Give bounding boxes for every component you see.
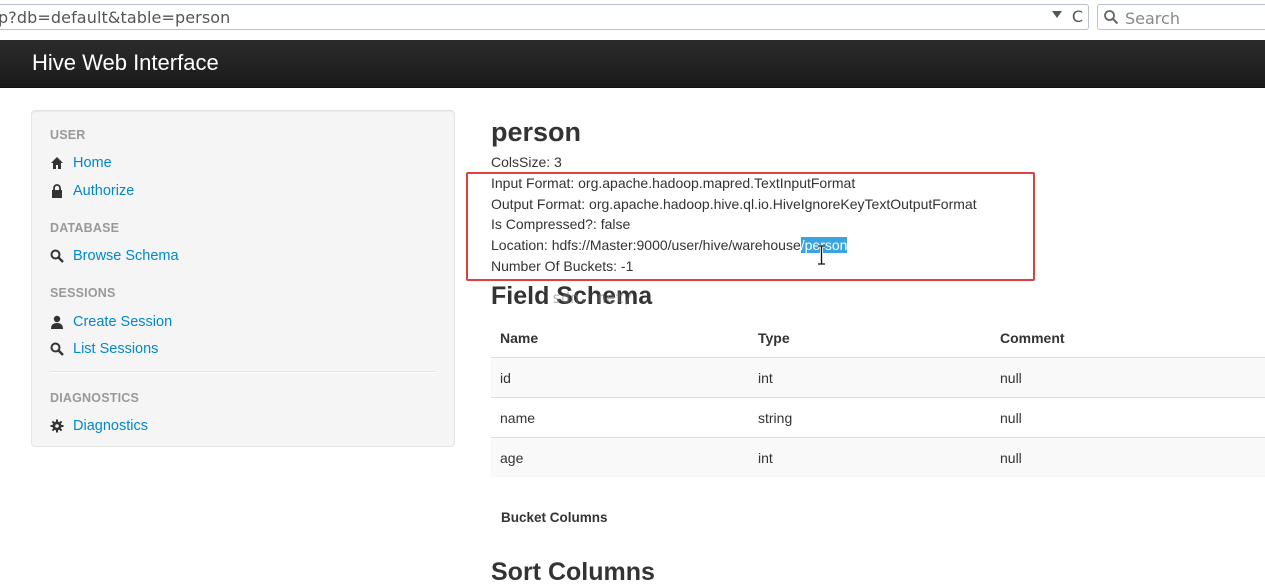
table-row: age int null <box>491 437 1265 477</box>
user-icon <box>50 315 64 329</box>
search-icon <box>1103 9 1119 30</box>
column-header: Comment <box>991 318 1265 358</box>
search-placeholder: Search <box>1125 9 1180 28</box>
browser-toolbar: p?db=default&table=person C Search <box>0 0 1265 34</box>
sidebar-nav: USER Home Authorize DATABASE Browse Sche… <box>31 110 455 447</box>
sidebar-item-label[interactable]: List Sessions <box>73 341 158 357</box>
nav-header-database: DATABASE <box>50 221 120 235</box>
sidebar-item-label[interactable]: Create Session <box>73 314 172 330</box>
sidebar-item-label[interactable]: Home <box>73 155 112 171</box>
sidebar-item-home[interactable]: Home <box>50 153 112 173</box>
address-bar-text[interactable]: p?db=default&table=person <box>0 8 230 27</box>
search-icon <box>50 249 64 263</box>
table-cell: int <box>749 437 991 477</box>
brand-title[interactable]: Hive Web Interface <box>32 50 219 76</box>
column-header: Type <box>749 318 991 358</box>
field-schema-table: Name Type Comment id int null name strin… <box>491 318 1265 477</box>
page-title: person <box>491 117 582 147</box>
top-navbar: Hive Web Interface <box>0 40 1265 88</box>
sidebar-item-diagnostics[interactable]: Diagnostics <box>50 416 148 436</box>
table-cell: name <box>491 397 749 438</box>
sidebar-item-browse-schema[interactable]: Browse Schema <box>50 246 179 266</box>
column-header: Name <box>491 318 749 358</box>
home-icon <box>50 156 64 170</box>
table-row: name string null <box>491 397 1265 438</box>
text-cursor-icon <box>818 245 825 265</box>
table-cell: null <box>991 357 1265 398</box>
sort-columns-title: Sort Columns <box>491 558 655 586</box>
table-cell: id <box>491 357 749 398</box>
gear-icon <box>50 419 64 433</box>
table-cell: null <box>991 397 1265 438</box>
bucket-columns-label: Bucket Columns <box>501 510 608 525</box>
sidebar-item-create-session[interactable]: Create Session <box>50 312 172 332</box>
lock-icon <box>50 184 64 198</box>
nav-header-user: USER <box>50 128 86 142</box>
address-bar[interactable]: p?db=default&table=person C <box>0 4 1089 30</box>
url-history-dropdown-icon[interactable] <box>1052 11 1062 18</box>
sidebar-item-list-sessions[interactable]: List Sessions <box>50 339 158 359</box>
cols-size: ColsSize: 3 <box>491 154 562 170</box>
table-cell: int <box>749 357 991 398</box>
table-cell: age <box>491 437 749 477</box>
reload-icon[interactable]: C <box>1072 7 1083 26</box>
sidebar-divider <box>50 371 436 373</box>
watermark: sdn. net/ <box>552 289 634 307</box>
table-header-row: Name Type Comment <box>491 318 1265 358</box>
table-cell: string <box>749 397 991 438</box>
sidebar-item-label[interactable]: Authorize <box>73 183 134 199</box>
table-row: id int null <box>491 357 1265 398</box>
sidebar-item-label[interactable]: Browse Schema <box>73 248 179 264</box>
annotation-highlight-box <box>466 172 1035 281</box>
search-icon <box>50 342 64 356</box>
table-cell: null <box>991 437 1265 477</box>
nav-header-sessions: SESSIONS <box>50 286 116 300</box>
nav-header-diagnostics: DIAGNOSTICS <box>50 391 140 405</box>
browser-search-field[interactable]: Search <box>1097 4 1265 30</box>
sidebar-item-label[interactable]: Diagnostics <box>73 418 148 434</box>
sidebar-item-authorize[interactable]: Authorize <box>50 181 134 201</box>
